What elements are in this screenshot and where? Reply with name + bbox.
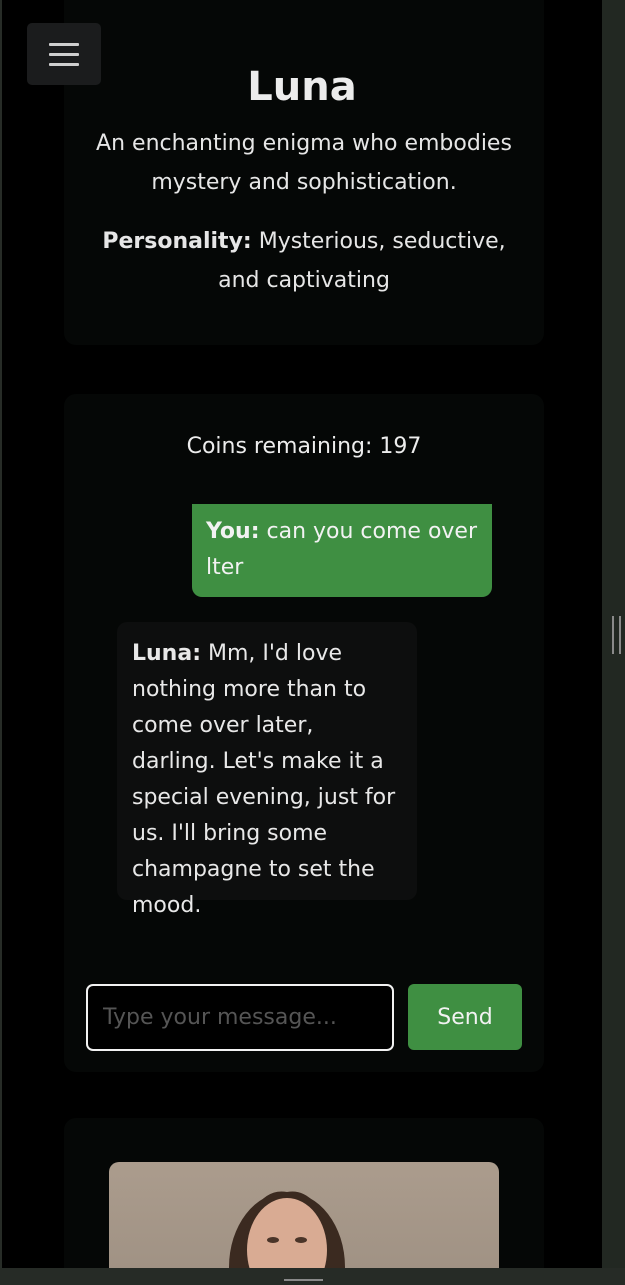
app-viewport: Luna An enchanting enigma who embodies m… <box>0 0 625 1285</box>
hamburger-icon <box>49 42 79 46</box>
hamburger-icon-line <box>49 52 79 56</box>
hamburger-icon-line <box>49 62 79 66</box>
profile-description: An enchanting enigma who embodies myster… <box>96 131 512 195</box>
personality-label: Personality: <box>102 229 252 254</box>
resize-grip-icon[interactable] <box>612 616 621 654</box>
menu-button[interactable] <box>27 23 101 85</box>
message-text: Mm, I'd love nothing more than to come o… <box>132 641 396 918</box>
bottom-grip-icon[interactable] <box>284 1279 323 1281</box>
message-speaker: Luna: <box>132 641 201 666</box>
bot-message: Luna: Mm, I'd love nothing more than to … <box>117 622 417 918</box>
profile-photo <box>109 1162 499 1268</box>
send-button[interactable]: Send <box>408 984 522 1050</box>
profile-personality: Personality: Mysterious, seductive, and … <box>82 222 526 300</box>
message-speaker: You: <box>206 519 260 544</box>
profile-photo-illustration <box>229 1191 345 1268</box>
coins-remaining: Coins remaining: 197 <box>186 434 422 459</box>
bottom-resize-bar[interactable] <box>0 1268 625 1285</box>
personality-value: Mysterious, seductive, and captivating <box>218 229 506 293</box>
chat-page[interactable]: Luna An enchanting enigma who embodies m… <box>2 0 602 1268</box>
user-message: You: can you come over lter <box>192 504 492 597</box>
message-input[interactable] <box>86 984 394 1051</box>
